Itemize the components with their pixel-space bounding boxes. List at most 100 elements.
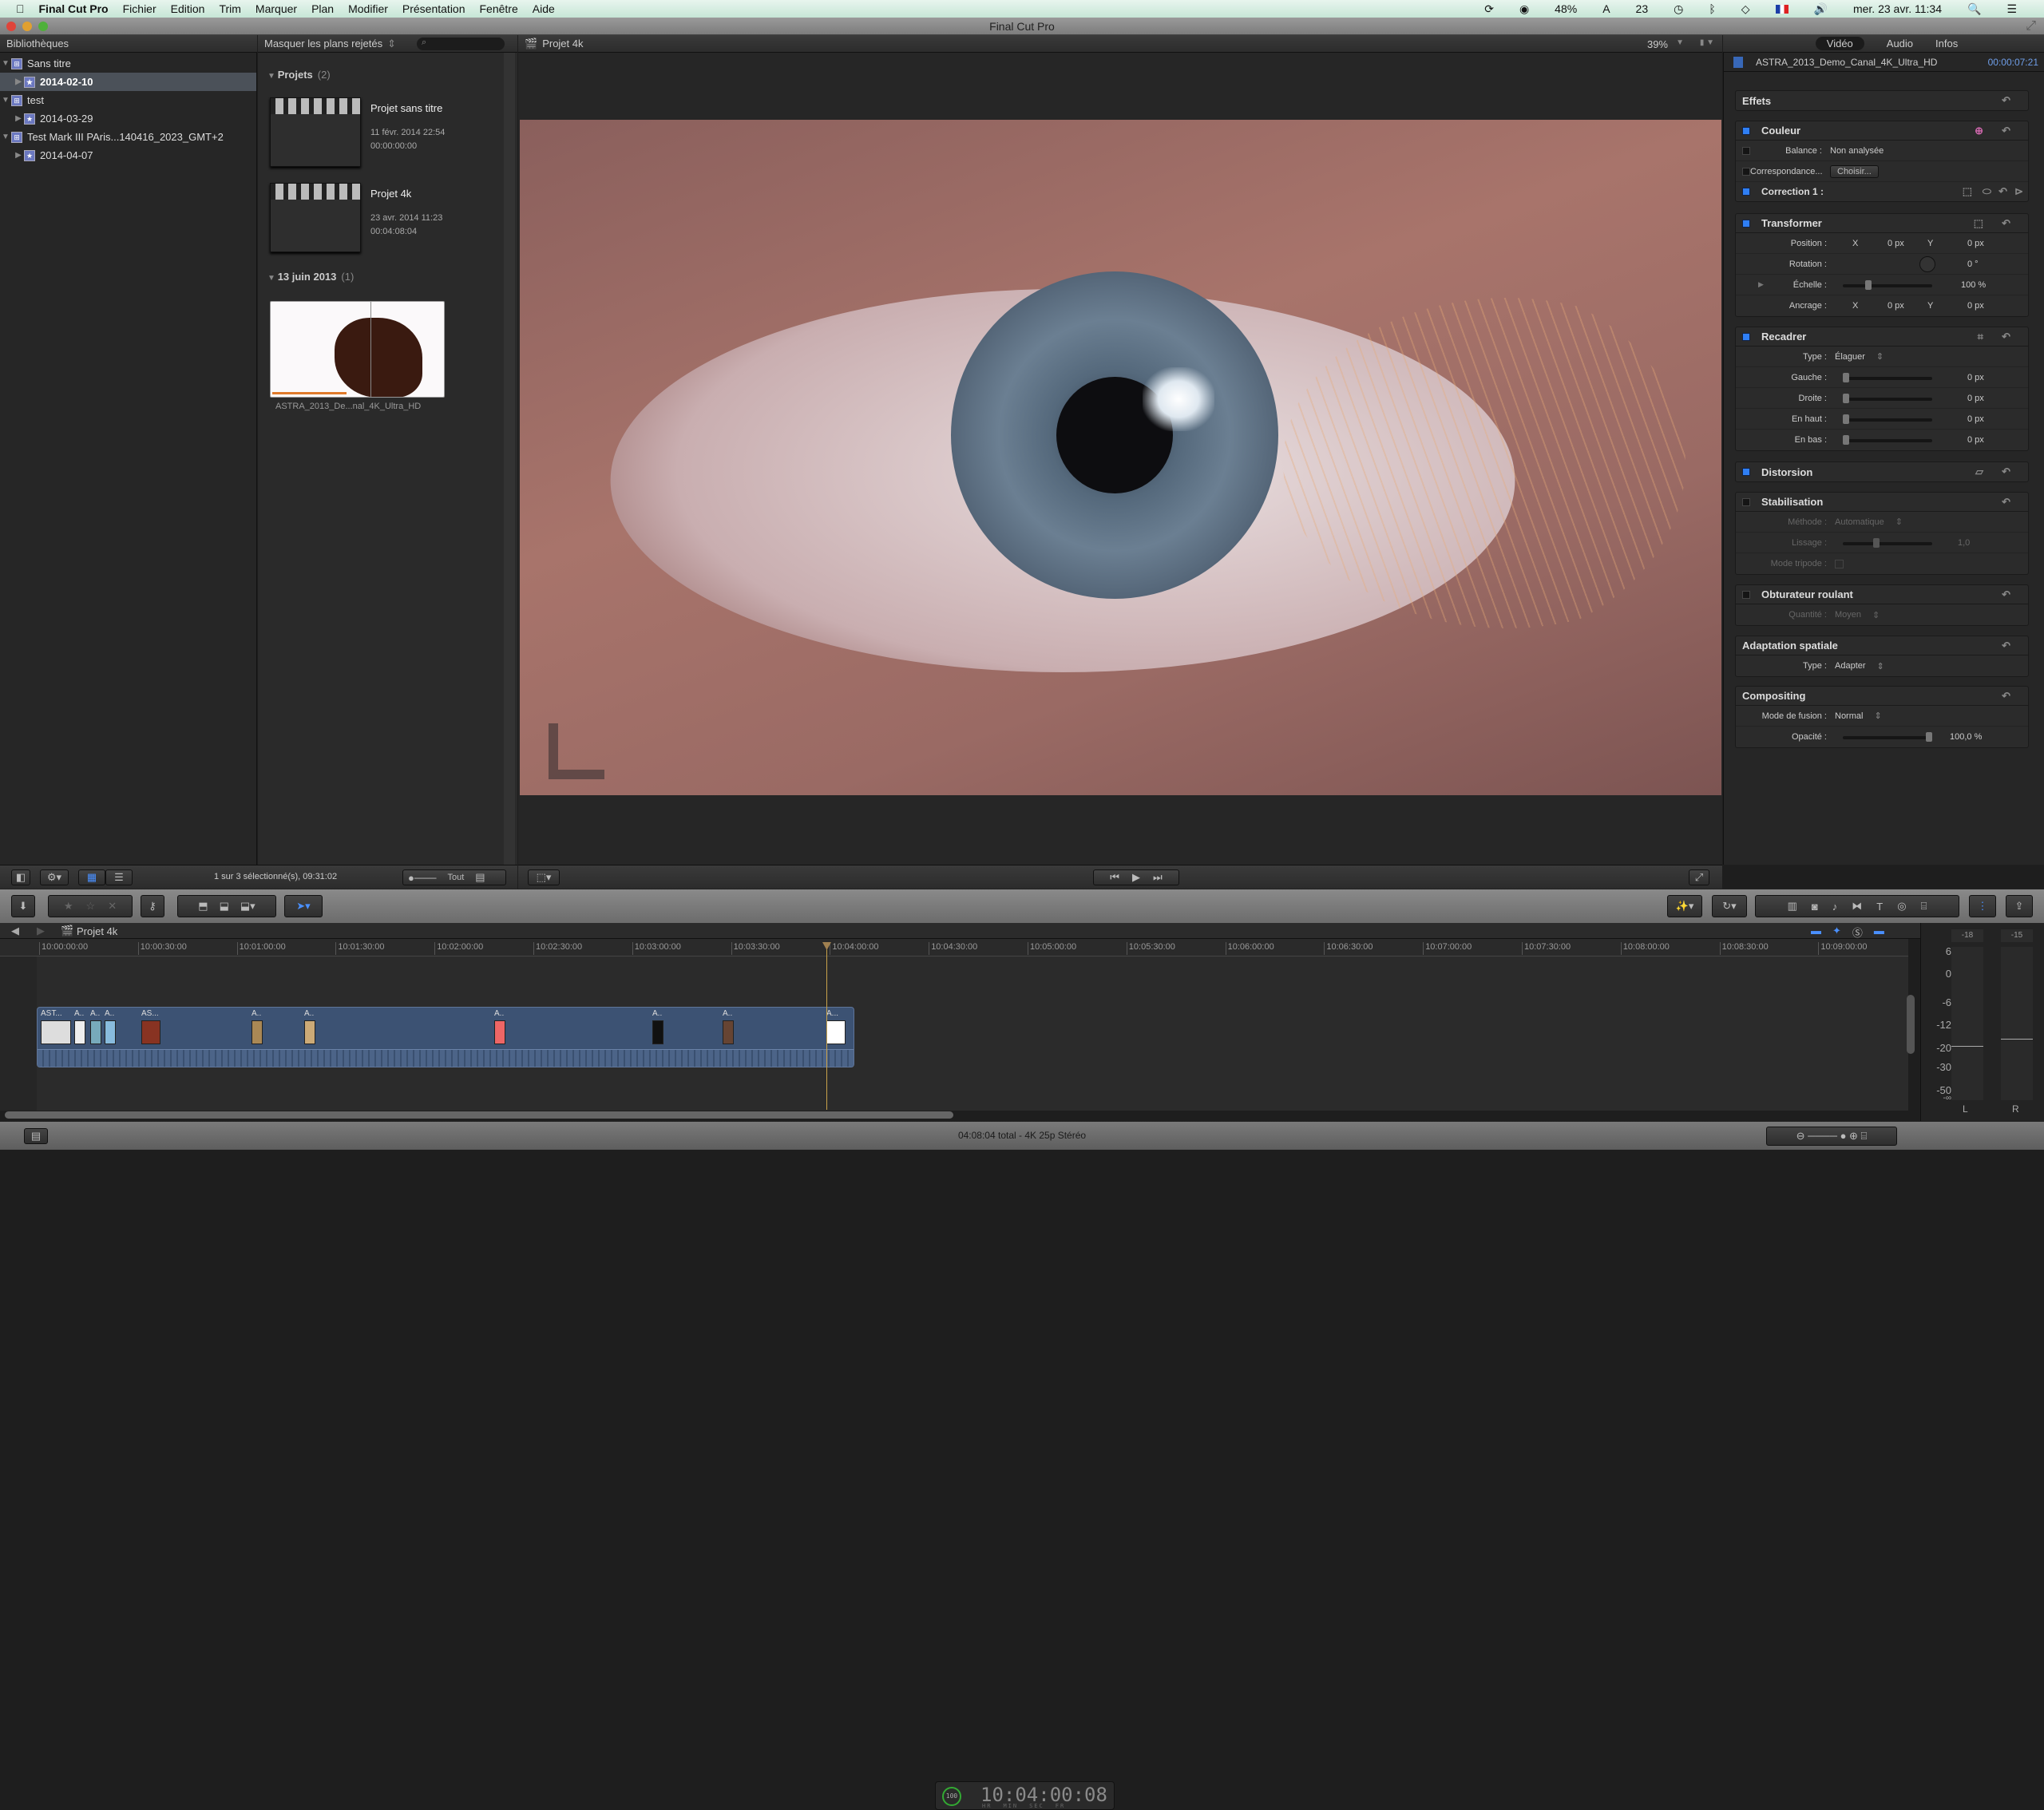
- view-options-icon[interactable]: ▮ ▼: [1700, 38, 1714, 47]
- rotation-field[interactable]: 0 °: [1967, 259, 1979, 269]
- tab-audio[interactable]: Audio: [1887, 38, 1913, 50]
- project-thumbnail[interactable]: [270, 183, 361, 252]
- blend-mode-popup[interactable]: Normal: [1835, 711, 1863, 721]
- distort-icon[interactable]: ▱: [1975, 465, 1983, 478]
- menu-marquer[interactable]: Marquer: [256, 2, 297, 15]
- playhead[interactable]: [822, 942, 831, 1110]
- crop-right-slider[interactable]: [1843, 394, 1932, 403]
- rotation-dial[interactable]: [1919, 256, 1935, 272]
- next-frame-button[interactable]: ⏭: [1153, 871, 1163, 884]
- crop-bottom-field[interactable]: 0 px: [1967, 435, 1984, 445]
- color-board-icon[interactable]: ⊕: [1975, 125, 1983, 137]
- clip-label[interactable]: A..: [494, 1009, 504, 1018]
- wifi-icon[interactable]: ◇: [1741, 2, 1750, 16]
- zoom-dropdown-icon[interactable]: ▼: [1676, 38, 1684, 47]
- timecode-display[interactable]: 100 10:04:00:08 HR MIN SEC FR: [935, 1781, 1115, 1810]
- clip-label[interactable]: A...: [826, 1009, 838, 1018]
- reset-icon[interactable]: ↶: [2002, 125, 2010, 137]
- amount-popup[interactable]: Moyen: [1835, 610, 1861, 620]
- section-projets[interactable]: ▼ Projets (2): [267, 69, 331, 81]
- photo-browser-icon[interactable]: ◙: [1812, 901, 1818, 913]
- enable-checkbox[interactable]: [1742, 332, 1750, 341]
- menu-aide[interactable]: Aide: [533, 2, 555, 15]
- menu-fichier[interactable]: Fichier: [123, 2, 156, 15]
- scale-field[interactable]: 100 %: [1961, 280, 1986, 290]
- enable-checkbox[interactable]: [1742, 219, 1750, 228]
- transitions-browser-icon[interactable]: ⧓: [1852, 900, 1862, 913]
- onscreen-controls-icon[interactable]: ⬚: [1974, 217, 1983, 230]
- crop-left-field[interactable]: 0 px: [1967, 373, 1984, 382]
- clip-label[interactable]: A..: [252, 1009, 261, 1018]
- timeline-vertical-scrollbar[interactable]: [1907, 995, 1915, 1054]
- select-tool-button[interactable]: ➤▾: [284, 895, 323, 917]
- menu-app[interactable]: Final Cut Pro: [39, 2, 109, 15]
- balance-checkbox[interactable]: [1742, 146, 1750, 155]
- opacity-slider[interactable]: [1843, 732, 1932, 742]
- sync-icon[interactable]: ⟳: [1484, 2, 1494, 16]
- battery-icon[interactable]: ◉: [1519, 2, 1529, 16]
- library-test-mark-iii[interactable]: ▼ ⊞ Test Mark III PAris...140416_2023_GMT+…: [0, 128, 256, 146]
- append-icon[interactable]: ⬓▾: [240, 900, 256, 913]
- smoothing-field[interactable]: 1,0: [1958, 538, 1970, 548]
- disclosure-closed-icon[interactable]: ▶: [1758, 280, 1764, 289]
- tab-infos[interactable]: Infos: [1935, 38, 1958, 50]
- retime-button[interactable]: ↻▾: [1712, 895, 1747, 917]
- add-color-mask-icon[interactable]: ⬭: [1983, 185, 1991, 198]
- favorite-icon[interactable]: ★: [64, 900, 73, 913]
- enhancements-button[interactable]: ✨▾: [1667, 895, 1702, 917]
- go-to-board-icon[interactable]: ⊳: [2014, 185, 2023, 198]
- crop-bottom-slider[interactable]: [1843, 435, 1932, 445]
- menu-plan[interactable]: Plan: [311, 2, 334, 15]
- event-2014-03-29[interactable]: ▶ ★ 2014-03-29: [0, 109, 256, 128]
- project-name[interactable]: Projet 4k: [370, 188, 411, 200]
- time-machine-icon[interactable]: ◷: [1674, 2, 1683, 16]
- action-gear-button[interactable]: ⚙▾: [40, 869, 69, 885]
- reset-icon[interactable]: ↶: [2002, 690, 2010, 703]
- video-skimming-icon[interactable]: ▬: [1811, 925, 1821, 940]
- effects-browser-icon[interactable]: ▥: [1788, 900, 1797, 913]
- menu-edition[interactable]: Edition: [171, 2, 205, 15]
- clip-label[interactable]: A..: [105, 1009, 114, 1018]
- tab-video[interactable]: Vidéo: [1815, 37, 1864, 50]
- reset-icon[interactable]: ↶: [2002, 94, 2010, 107]
- position-y-field[interactable]: 0 px: [1967, 239, 1984, 248]
- position-x-field[interactable]: 0 px: [1888, 239, 1904, 248]
- share-button[interactable]: ⇪: [2006, 895, 2033, 917]
- fullscreen-icon[interactable]: ⤢: [2026, 19, 2036, 34]
- filmstrip-view-button[interactable]: ▦: [78, 869, 105, 885]
- clip-thumbnail[interactable]: [723, 1020, 734, 1044]
- keyword-button[interactable]: ⚷: [141, 895, 164, 917]
- titles-browser-icon[interactable]: T: [1876, 901, 1883, 913]
- fullscreen-playback-button[interactable]: ⤢: [1689, 869, 1709, 885]
- timeline-ruler[interactable]: 10:00:00:00 10:00:30:00 10:01:00:00 10:01:3…: [0, 939, 1908, 956]
- notification-icon[interactable]: ☰: [2006, 2, 2017, 16]
- add-shape-mask-icon[interactable]: ⬚: [1963, 185, 1972, 198]
- reset-icon[interactable]: ↶: [2002, 588, 2010, 601]
- method-popup[interactable]: Automatique: [1835, 517, 1884, 527]
- disclosure-open-icon[interactable]: ▼: [0, 96, 11, 105]
- clip-thumbnail[interactable]: [826, 1020, 846, 1044]
- clip-thumbnail[interactable]: [41, 1020, 71, 1044]
- timeline-zoom-slider[interactable]: ⊖ ──── ● ⊕ ⌸: [1766, 1127, 1897, 1146]
- disclosure-open-icon[interactable]: ▼: [0, 133, 11, 141]
- disclosure-open-icon[interactable]: ▼: [0, 59, 11, 68]
- volume-icon[interactable]: 🔊: [1814, 2, 1828, 16]
- reset-icon[interactable]: ↶: [1998, 185, 2007, 198]
- event-2014-02-10[interactable]: ▶ ★ 2014-02-10: [0, 73, 256, 91]
- menu-presentation[interactable]: Présentation: [402, 2, 465, 15]
- reset-icon[interactable]: ↶: [2002, 331, 2010, 343]
- section-13-juin-2013[interactable]: ▼ 13 juin 2013 (1): [267, 271, 354, 283]
- scale-slider[interactable]: [1843, 280, 1932, 290]
- enable-checkbox[interactable]: [1742, 126, 1750, 135]
- clip-thumbnail[interactable]: [90, 1020, 101, 1044]
- correction-checkbox[interactable]: [1742, 188, 1750, 196]
- tripod-checkbox[interactable]: [1835, 559, 1844, 568]
- crop-top-slider[interactable]: [1843, 414, 1932, 424]
- choose-button[interactable]: Choisir...: [1830, 164, 1879, 178]
- clip-thumbnail[interactable]: [141, 1020, 160, 1044]
- crop-right-field[interactable]: 0 px: [1967, 394, 1984, 403]
- unrate-icon[interactable]: ☆: [86, 900, 96, 913]
- anchor-x-field[interactable]: 0 px: [1888, 301, 1904, 311]
- flag-fr-icon[interactable]: [1775, 4, 1788, 14]
- bluetooth-icon[interactable]: ᛒ: [1709, 2, 1715, 15]
